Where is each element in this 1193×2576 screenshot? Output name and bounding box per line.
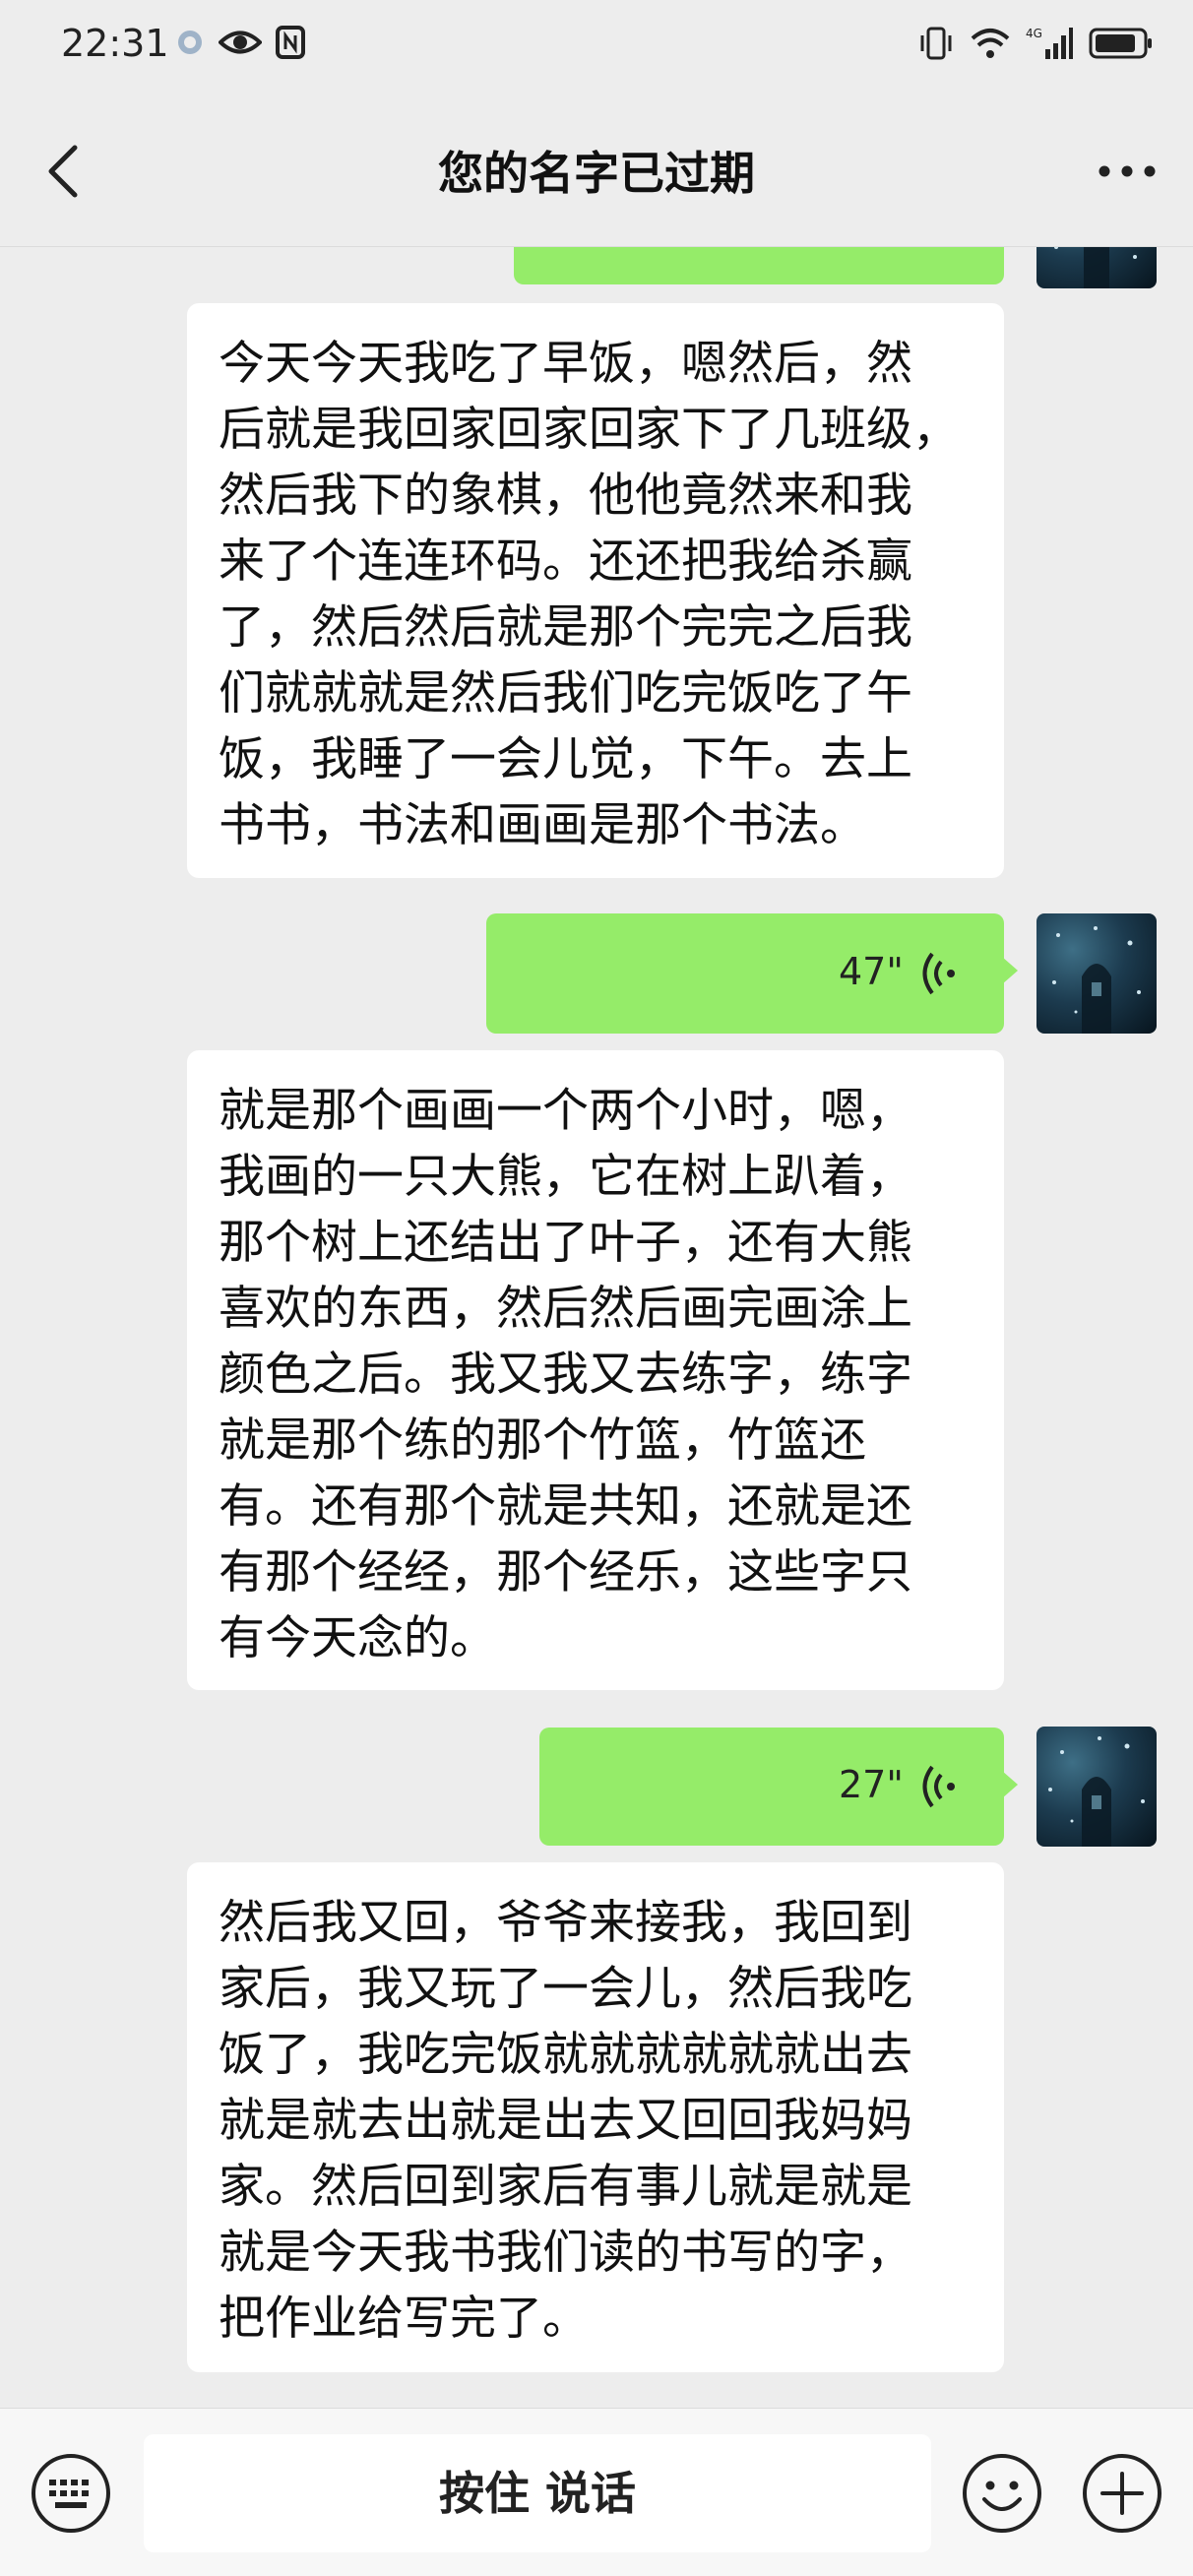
- battery-icon: [1089, 28, 1152, 59]
- wifi-icon: [971, 29, 1010, 58]
- smiley-icon: [963, 2454, 1041, 2533]
- input-bar: 按住 说话: [0, 2408, 1193, 2576]
- voice-wave-icon: [922, 952, 955, 995]
- plus-circle-icon: [1083, 2454, 1162, 2533]
- nav-bar: 您的名字已过期: [0, 98, 1193, 247]
- status-time: 22:31: [61, 22, 169, 65]
- more-button[interactable]: [1093, 142, 1162, 201]
- message-text-bubble[interactable]: 就是那个画画一个两个小时，嗯， 我画的一只大熊，它在树上趴着， 那个树上还结出了…: [187, 1050, 1004, 1690]
- status-icons-left: [175, 26, 305, 59]
- avatar-image: [1052, 926, 1141, 1034]
- svg-text:4G: 4G: [1026, 27, 1042, 40]
- emoji-button[interactable]: [961, 2452, 1043, 2535]
- keyboard-button[interactable]: [30, 2452, 112, 2535]
- voice-duration: 47": [839, 950, 904, 993]
- plus-button[interactable]: [1081, 2452, 1163, 2535]
- avatar[interactable]: [1036, 1727, 1157, 1847]
- hold-to-talk-button[interactable]: 按住 说话: [144, 2434, 931, 2552]
- vibrate-icon: [920, 27, 952, 60]
- status-bar: 22:31 4G: [0, 0, 1193, 98]
- chat-message-list[interactable]: 今天今天我吃了早饭，嗯然后，然 后就是我回家回家回家下了几班级， 然后我下的象棋…: [0, 247, 1193, 2408]
- status-icons-right: 4G: [917, 26, 1154, 61]
- chat-title: 您的名字已过期: [438, 147, 755, 200]
- avatar-image: [1048, 1736, 1145, 1847]
- ellipsis-icon: [1099, 165, 1156, 177]
- voice-message-bubble[interactable]: [514, 247, 1004, 284]
- cellular-signal-icon: 4G: [1026, 27, 1073, 59]
- app-notification-icon: [178, 31, 202, 54]
- nfc-icon: [276, 26, 305, 59]
- voice-wave-icon: [922, 1765, 955, 1808]
- message-text-bubble[interactable]: 今天今天我吃了早饭，嗯然后，然 后就是我回家回家回家下了几班级， 然后我下的象棋…: [187, 303, 1004, 878]
- eye-icon: [219, 31, 262, 54]
- avatar[interactable]: [1036, 913, 1157, 1034]
- voice-duration: 27": [839, 1763, 904, 1806]
- voice-message-bubble[interactable]: 47": [486, 913, 1018, 1034]
- avatar[interactable]: [1036, 247, 1157, 288]
- keyboard-icon: [31, 2454, 110, 2533]
- message-text-bubble[interactable]: 然后我又回，爷爷来接我，我回到 家后，我又玩了一会儿，然后我吃 饭了，我吃完饭就…: [187, 1862, 1004, 2372]
- avatar-image: [1054, 247, 1137, 288]
- voice-message-bubble[interactable]: 27": [539, 1728, 1018, 1846]
